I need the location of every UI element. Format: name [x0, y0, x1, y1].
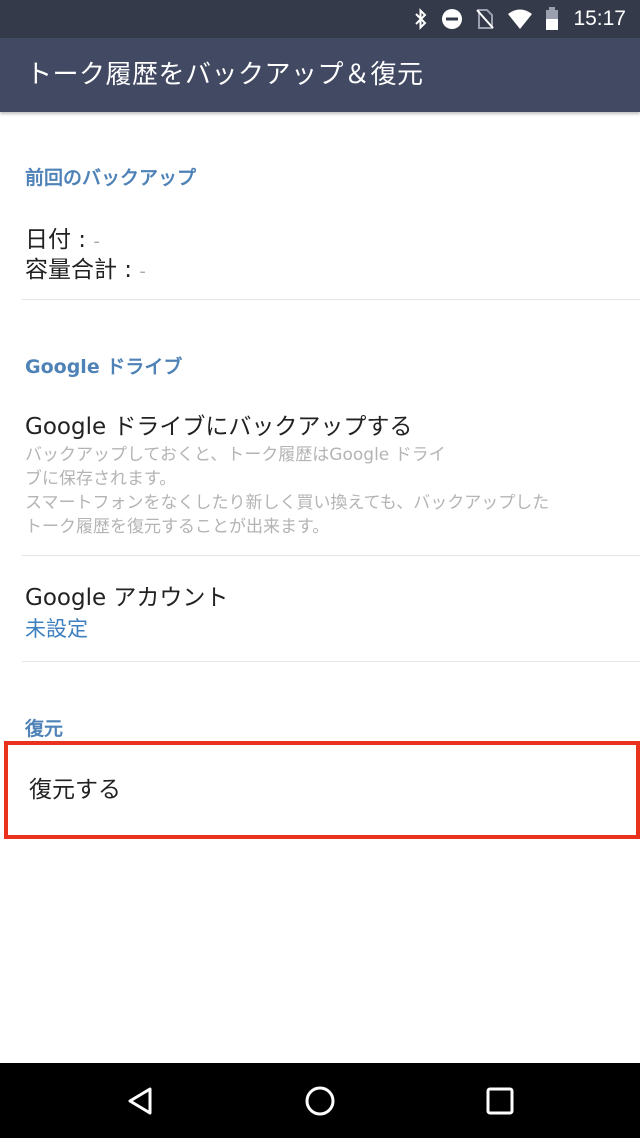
description-line: スマートフォンをなくしたり新しく買い換えても、バックアップした [25, 493, 550, 513]
description-line: トーク履歴を復元することが出来ます。 [25, 517, 330, 537]
page-title: トーク履歴をバックアップ＆復元 [26, 60, 424, 90]
no-sim-icon [475, 8, 495, 30]
bluetooth-icon [413, 8, 429, 30]
backup-size-value: - [139, 261, 146, 282]
backup-size-row: 容量合計 : - [25, 250, 146, 284]
backup-to-drive-description: バックアップしておくと、トーク履歴はGoogle ドライ ブに保存されます。 ス… [25, 443, 620, 539]
restore-button[interactable]: 復元する [4, 741, 640, 839]
backup-to-drive-title: Google ドライブにバックアップする [25, 414, 413, 440]
divider [22, 661, 640, 662]
wifi-icon [507, 8, 533, 30]
section-header-last-backup: 前回のバックアップ [25, 167, 197, 189]
battery-icon [545, 7, 559, 31]
back-icon[interactable] [120, 1081, 160, 1121]
navigation-bar [0, 1063, 640, 1138]
restore-button-label: 復元する [29, 777, 121, 803]
description-line: ブに保存されます。 [25, 469, 177, 489]
section-header-google-drive: Google ドライブ [25, 356, 183, 378]
google-account-value: 未設定 [25, 617, 88, 641]
google-account-item[interactable]: Google アカウント 未設定 [0, 556, 640, 660]
backup-date-row: 日付 : - [25, 220, 100, 254]
backup-size-label: 容量合計 : [25, 257, 133, 283]
backup-to-drive-item[interactable]: Google ドライブにバックアップする バックアップしておくと、トーク履歴はG… [0, 395, 640, 555]
do-not-disturb-icon [441, 8, 463, 30]
divider [22, 299, 640, 300]
status-time: 15:17 [573, 7, 626, 30]
app-bar: トーク履歴をバックアップ＆復元 [0, 38, 640, 112]
recents-icon[interactable] [480, 1081, 520, 1121]
backup-date-value: - [93, 231, 100, 252]
section-header-restore: 復元 [25, 718, 64, 740]
status-icons: 15:17 [413, 0, 626, 38]
status-bar: 15:17 [0, 0, 640, 38]
google-account-title: Google アカウント [25, 585, 229, 611]
description-line: バックアップしておくと、トーク履歴はGoogle ドライ [25, 445, 446, 465]
home-icon[interactable] [300, 1081, 340, 1121]
